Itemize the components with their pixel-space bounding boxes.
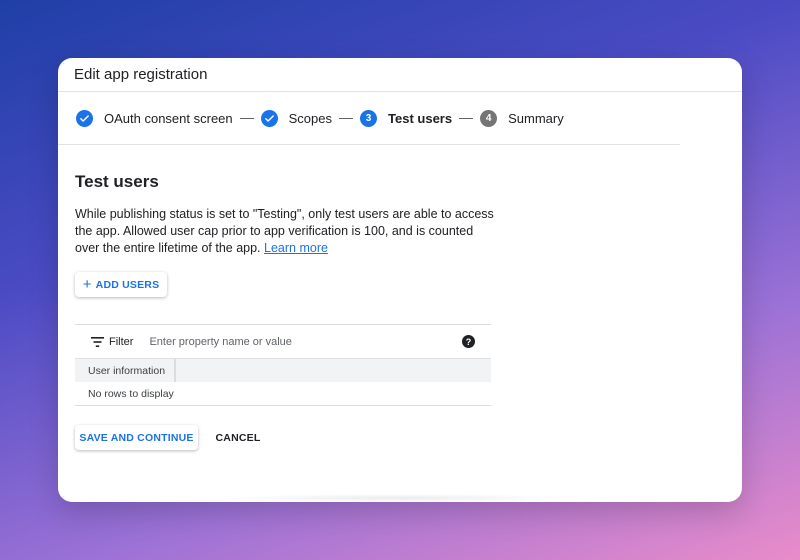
step-label: Test users: [388, 110, 453, 126]
add-users-button[interactable]: + ADD USERS: [75, 272, 167, 297]
filter-input[interactable]: [147, 334, 412, 349]
add-users-label: ADD USERS: [95, 278, 160, 291]
edit-app-registration-dialog: Edit app registration OAuth consent scre…: [58, 58, 742, 502]
step-summary[interactable]: 4 Summary: [480, 109, 564, 127]
step-separator: [459, 117, 474, 119]
stepper: OAuth consent screen Scopes 3 Test users…: [58, 92, 680, 145]
filter-icon: [91, 336, 104, 347]
step-scopes[interactable]: Scopes: [260, 109, 333, 127]
step-label: Scopes: [288, 110, 333, 126]
step-number-badge: 4: [480, 109, 498, 127]
learn-more-link[interactable]: Learn more: [264, 241, 328, 255]
cancel-button[interactable]: CANCEL: [210, 425, 266, 450]
section-description: While publishing status is set to "Testi…: [75, 206, 495, 257]
step-separator: [339, 117, 354, 119]
step-test-users[interactable]: 3 Test users: [360, 109, 453, 127]
filter-bar: Filter ?: [75, 325, 491, 358]
check-icon: [76, 109, 93, 127]
dialog-title: Edit app registration: [74, 66, 208, 83]
help-icon[interactable]: ?: [462, 335, 475, 348]
filter-label: Filter: [109, 335, 134, 348]
step-separator: [239, 117, 254, 119]
step-number-badge: 3: [360, 109, 378, 127]
column-header-user-information[interactable]: User information: [75, 359, 176, 382]
dialog-header: Edit app registration: [58, 58, 742, 92]
table-header-row: User information: [75, 358, 491, 382]
step-oauth-consent-screen[interactable]: OAuth consent screen: [76, 109, 233, 127]
test-users-table: Filter ? User information No rows to dis…: [75, 324, 491, 406]
save-and-continue-button[interactable]: SAVE AND CONTINUE: [75, 425, 198, 450]
empty-state-row: No rows to display: [75, 382, 491, 406]
check-icon: [260, 109, 278, 127]
step-label: OAuth consent screen: [104, 110, 233, 126]
scroll-shadow: [218, 494, 578, 502]
step-label: Summary: [508, 110, 564, 126]
plus-icon: +: [82, 275, 92, 293]
section-title: Test users: [75, 172, 159, 191]
